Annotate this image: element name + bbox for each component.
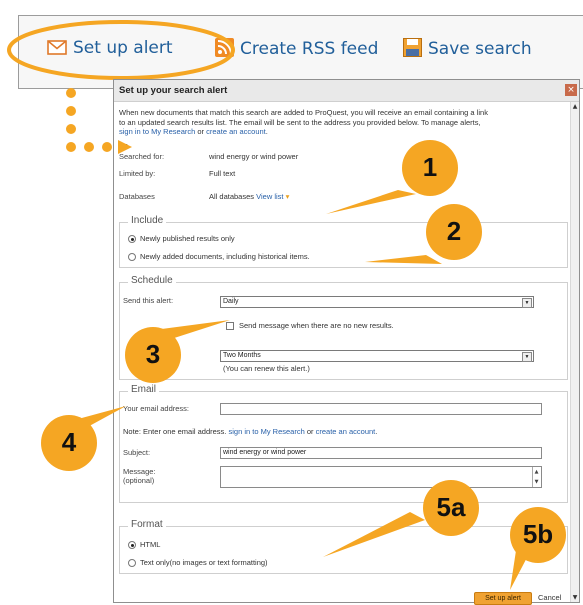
connector-arrowhead: [118, 140, 132, 154]
connector-dot: [66, 142, 76, 152]
arrow-1: [326, 190, 416, 214]
connector-dot: [84, 142, 94, 152]
connector-dot: [66, 124, 76, 134]
callout-2-label: 2: [446, 216, 462, 246]
connector-dot: [66, 106, 76, 116]
connector-dot: [66, 88, 76, 98]
callout-5b-label: 5b: [522, 519, 554, 549]
callout-3-label: 3: [145, 339, 161, 369]
callout-4-label: 4: [61, 427, 77, 457]
arrow-5a: [323, 512, 425, 557]
connector-dot: [102, 142, 112, 152]
callout-overlay: [41, 88, 566, 590]
callout-5a-label: 5a: [436, 492, 466, 522]
arrow-2: [365, 255, 442, 264]
callout-1-label: 1: [422, 152, 438, 182]
